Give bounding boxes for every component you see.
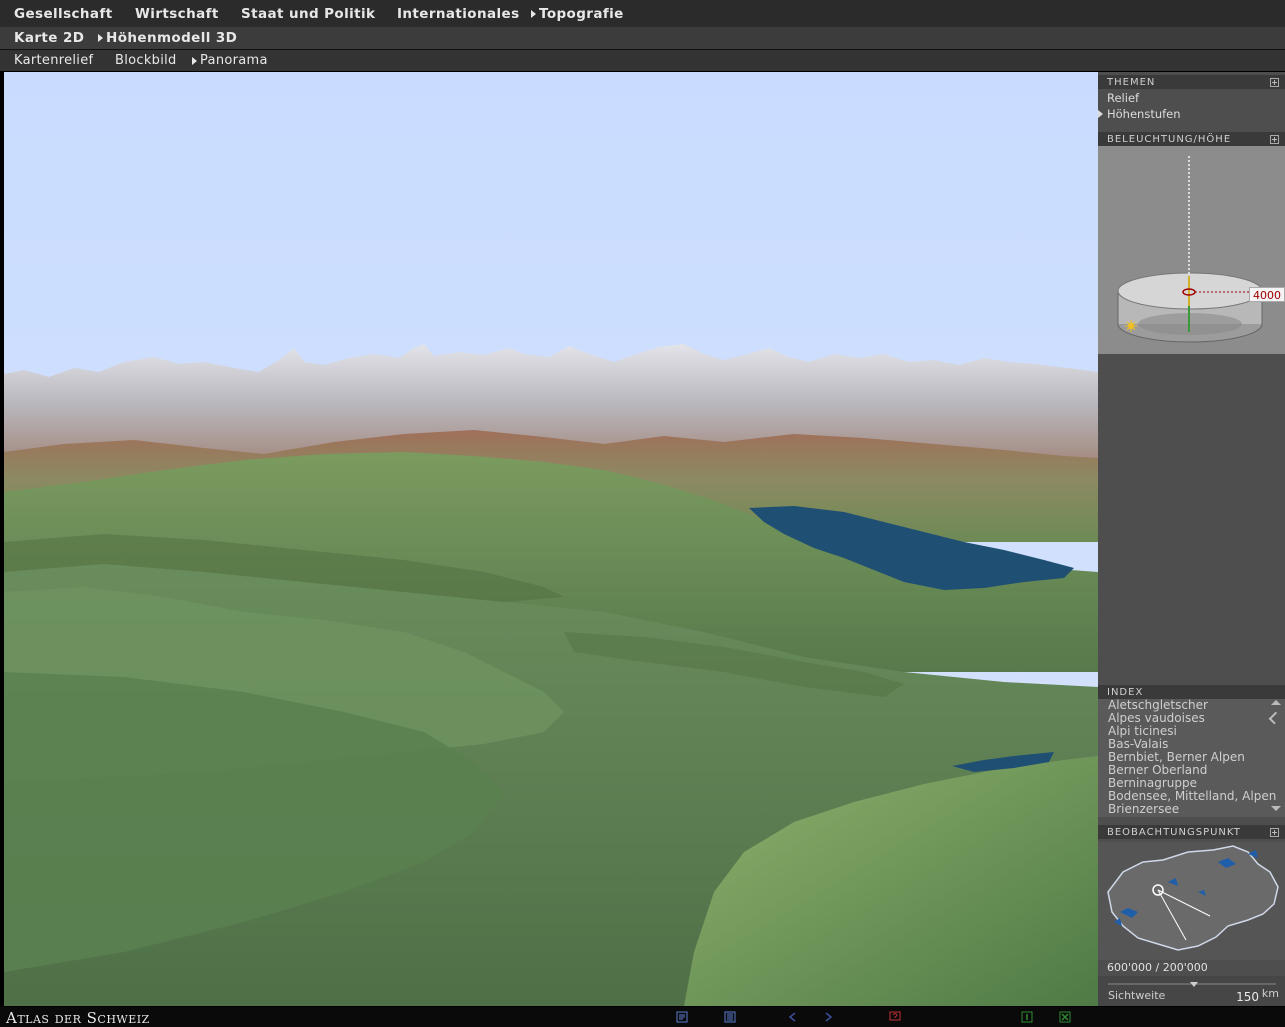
scroll-up-icon[interactable] bbox=[1271, 700, 1281, 705]
nav-gesellschaft[interactable]: Gesellschaft bbox=[14, 6, 113, 22]
sub-navigation: Karte 2D Höhenmodell 3D bbox=[0, 27, 1285, 50]
main-navigation: Gesellschaft Wirtschaft Staat und Politi… bbox=[0, 0, 1285, 28]
nav-wirtschaft[interactable]: Wirtschaft bbox=[135, 6, 219, 22]
section-title: THEMEN bbox=[1107, 77, 1156, 88]
nav-kartenrelief[interactable]: Kartenrelief bbox=[14, 53, 93, 68]
nav-label: Panorama bbox=[200, 53, 268, 68]
nav-label: Höhenmodell 3D bbox=[106, 30, 238, 46]
nav-label: Karte 2D bbox=[14, 30, 85, 46]
sichtweite-label: Sichtweite bbox=[1108, 989, 1166, 1002]
nav-label: Kartenrelief bbox=[14, 53, 94, 68]
info-icon[interactable] bbox=[1021, 1011, 1033, 1023]
nav-blockbild[interactable]: Blockbild bbox=[115, 53, 177, 68]
forward-arrow-icon[interactable] bbox=[822, 1011, 834, 1023]
nav-label: Wirtschaft bbox=[135, 5, 219, 22]
active-marker-icon bbox=[192, 56, 197, 65]
minimap-render bbox=[1107, 845, 1279, 951]
view-navigation: Kartenrelief Blockbild Panorama bbox=[0, 50, 1285, 71]
index-header: INDEX bbox=[1098, 685, 1285, 699]
help-icon[interactable] bbox=[889, 1011, 901, 1023]
nav-label: Blockbild bbox=[115, 53, 177, 68]
height-value-field[interactable]: 4000 bbox=[1249, 287, 1285, 302]
nav-topografie[interactable]: Topografie bbox=[531, 6, 624, 22]
beleuchtung-header: BELEUCHTUNG/HÖHE bbox=[1098, 132, 1285, 146]
control-panel: THEMEN Relief Höhenstufen BELEUCHTUNG/HÖ… bbox=[1098, 72, 1285, 1006]
scroll-down-icon[interactable] bbox=[1271, 806, 1281, 811]
terrain-render bbox=[4, 72, 1098, 1006]
legend-icon[interactable] bbox=[676, 1011, 688, 1023]
nav-karte-2d[interactable]: Karte 2D bbox=[14, 30, 84, 46]
themen-list: Relief Höhenstufen bbox=[1098, 90, 1285, 122]
text-icon[interactable] bbox=[724, 1011, 736, 1023]
expand-icon[interactable] bbox=[1270, 828, 1279, 837]
nav-hoehenmodell-3d[interactable]: Höhenmodell 3D bbox=[98, 30, 237, 46]
nav-panorama[interactable]: Panorama bbox=[192, 53, 268, 68]
panorama-viewport[interactable] bbox=[4, 72, 1098, 1006]
sichtweite-value: 150 bbox=[1236, 990, 1259, 1004]
sichtweite-unit: km bbox=[1261, 987, 1279, 1000]
nav-label: Topografie bbox=[539, 5, 624, 22]
lighting-height-control[interactable]: 4000 bbox=[1098, 146, 1285, 354]
nav-internationales[interactable]: Internationales bbox=[397, 6, 520, 22]
active-marker-icon bbox=[98, 34, 103, 42]
nav-label: Gesellschaft bbox=[14, 5, 113, 22]
brand-logo: Atlas der Schweiz bbox=[6, 1009, 150, 1027]
nav-label: Internationales bbox=[397, 5, 520, 22]
switzerland-minimap[interactable] bbox=[1098, 842, 1285, 960]
section-title: BELEUCHTUNG/HÖHE bbox=[1107, 134, 1232, 145]
active-marker-icon bbox=[531, 9, 536, 18]
beobachtung-header: BEOBACHTUNGSPUNKT bbox=[1098, 825, 1285, 839]
back-arrow-icon[interactable] bbox=[787, 1011, 799, 1023]
expand-icon[interactable] bbox=[1270, 78, 1279, 87]
nav-staat-und-politik[interactable]: Staat und Politik bbox=[241, 6, 375, 22]
nav-label: Staat und Politik bbox=[241, 5, 376, 22]
list-item[interactable]: Brienzersee bbox=[1098, 803, 1285, 816]
sichtweite-control[interactable]: Sichtweite 150 km bbox=[1098, 976, 1285, 1006]
close-icon[interactable] bbox=[1059, 1011, 1071, 1023]
footer-bar: Atlas der Schweiz bbox=[0, 1007, 1285, 1027]
lighting-dial bbox=[1117, 156, 1263, 343]
index-list[interactable]: Aletschgletscher Alpes vaudoises Alpi ti… bbox=[1098, 699, 1285, 817]
section-title: BEOBACHTUNGSPUNKT bbox=[1107, 827, 1241, 838]
section-title: INDEX bbox=[1107, 687, 1144, 698]
theme-item-hoehenstufen[interactable]: Höhenstufen bbox=[1098, 106, 1285, 122]
themen-header: THEMEN bbox=[1098, 75, 1285, 89]
expand-icon[interactable] bbox=[1270, 135, 1279, 144]
coordinates-readout: 600'000 / 200'000 bbox=[1107, 961, 1208, 974]
theme-item-relief[interactable]: Relief bbox=[1098, 90, 1285, 106]
